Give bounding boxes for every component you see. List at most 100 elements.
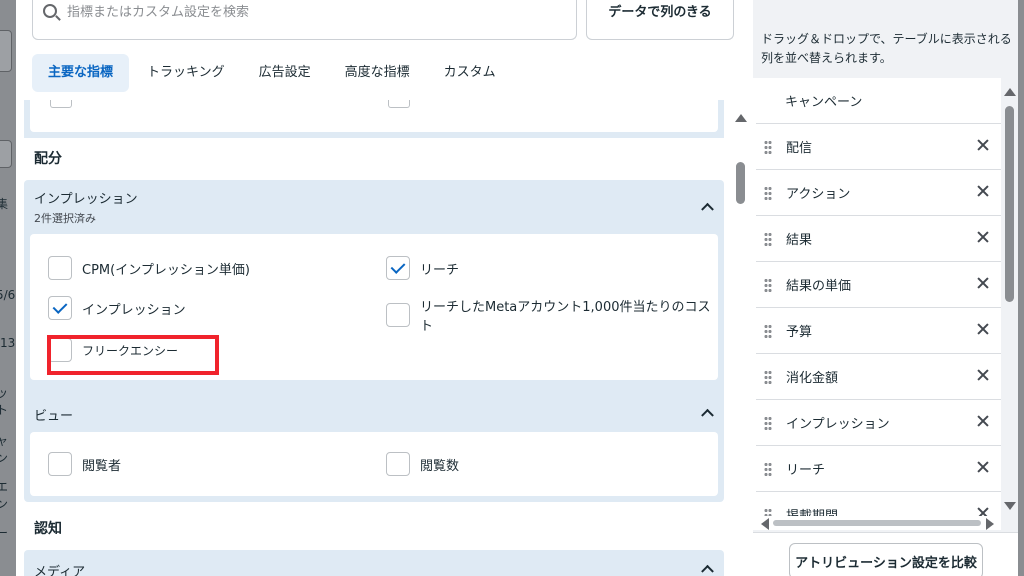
background-page-strip-right <box>1018 0 1024 576</box>
checkbox[interactable] <box>48 452 72 476</box>
background-text: /13 <box>0 336 16 350</box>
column-label: 配信 <box>786 141 813 156</box>
remove-icon[interactable] <box>977 231 989 243</box>
option-label: リーチしたMetaアカウント1,000件当たりのコスト <box>420 300 711 334</box>
tab-advanced-metrics[interactable]: 高度な指標 <box>329 54 426 92</box>
option-cpm[interactable]: CPM(インプレッション単価) <box>48 256 250 280</box>
drag-handle-icon[interactable] <box>764 231 772 246</box>
drag-handle-icon[interactable] <box>764 323 772 338</box>
tab-tracking[interactable]: トラッキング <box>131 54 241 92</box>
impressions-group-header[interactable]: インプレッション 2件選択済み <box>24 180 724 234</box>
metrics-scrollbar[interactable] <box>734 108 748 576</box>
search-icon <box>43 3 57 18</box>
metric-tabs: 主要な指標 トラッキング 広告設定 高度な指標 カスタム <box>32 54 514 92</box>
tab-key-metrics[interactable]: 主要な指標 <box>32 54 130 92</box>
scroll-thumb[interactable] <box>736 162 745 204</box>
column-item[interactable]: リーチ <box>756 446 1001 492</box>
scroll-thumb[interactable] <box>1005 106 1014 302</box>
checkbox[interactable] <box>48 256 72 280</box>
column-item[interactable]: 掲載期間 <box>756 492 1001 516</box>
scroll-right-arrow-icon[interactable] <box>986 518 994 530</box>
tab-ad-settings[interactable]: 広告設定 <box>243 54 327 92</box>
scroll-thumb[interactable] <box>773 520 981 526</box>
drag-handle-icon[interactable] <box>764 277 772 292</box>
compare-data-button[interactable]: データで列のきる <box>586 0 734 40</box>
option-viewers[interactable]: 閲覧者 <box>48 452 121 476</box>
remove-icon[interactable] <box>977 277 989 289</box>
highlight-box <box>47 335 219 375</box>
scroll-up-arrow-icon[interactable] <box>1004 88 1016 96</box>
drag-handle-icon[interactable] <box>764 415 772 430</box>
option-cost-per-1000-reached[interactable]: リーチしたMetaアカウント1,000件当たりのコスト <box>386 296 718 334</box>
column-label: 予算 <box>786 325 813 340</box>
checkbox-checked[interactable] <box>386 256 410 280</box>
column-item[interactable]: 消化金額 <box>756 354 1001 400</box>
column-item[interactable]: 配信 <box>756 124 1001 170</box>
views-group-header[interactable]: ビュー <box>24 394 724 432</box>
group-title: メディア <box>34 565 86 576</box>
media-group-header[interactable]: メディア <box>24 550 724 576</box>
remove-icon[interactable] <box>977 139 989 151</box>
group-title: ビュー <box>34 409 74 424</box>
option-views[interactable]: 閲覧数 <box>386 452 459 476</box>
remove-icon[interactable] <box>977 369 989 381</box>
background-text: エン <box>0 480 9 511</box>
background-box <box>0 140 12 168</box>
checkbox[interactable] <box>386 452 410 476</box>
reorder-hint: ドラッグ＆ドロップで、テーブルに表示される列を並べ替えられます。 <box>761 32 1012 65</box>
group-subtitle: 2件選択済み <box>34 212 96 225</box>
column-label: インプレッション <box>786 417 890 432</box>
column-list-hscrollbar[interactable] <box>753 516 1001 530</box>
background-box <box>0 30 12 72</box>
scroll-down-arrow-icon[interactable] <box>1004 502 1016 510</box>
scroll-up-arrow-icon[interactable] <box>735 114 747 122</box>
remove-icon[interactable] <box>977 461 989 473</box>
checkbox-checked[interactable] <box>48 296 72 320</box>
column-label: リーチ <box>786 463 826 478</box>
section-title-distribution: 配分 <box>34 151 62 167</box>
checkbox-partial[interactable] <box>388 100 410 108</box>
drag-handle-icon[interactable] <box>764 507 772 516</box>
background-text: 5/6 <box>0 288 16 302</box>
column-label: 消化金額 <box>786 371 839 386</box>
option-reach[interactable]: リーチ <box>386 256 459 280</box>
remove-icon[interactable] <box>977 507 989 516</box>
option-label: インプレッション <box>82 302 186 318</box>
search-placeholder: 指標またはカスタム設定を検索 <box>67 5 250 20</box>
background-text: 集 <box>0 197 9 211</box>
column-panel-footer: アトリビューション設定を比較 <box>753 532 1018 576</box>
option-impressions[interactable]: インプレッション <box>48 296 186 320</box>
previous-group-remnant <box>24 100 724 138</box>
remove-icon[interactable] <box>977 415 989 427</box>
scroll-left-arrow-icon[interactable] <box>761 518 769 530</box>
column-item[interactable]: 予算 <box>756 308 1001 354</box>
option-label: 閲覧数 <box>420 458 460 474</box>
option-label: CPM(インプレッション単価) <box>82 262 250 278</box>
column-list: キャンペーン 配信 アクション 結果 結果の単価 予算 消化金額 インプレッショ… <box>753 78 1001 516</box>
column-item[interactable]: インプレッション <box>756 400 1001 446</box>
drag-handle-icon[interactable] <box>764 461 772 476</box>
views-options: 閲覧者 閲覧数 <box>30 432 718 496</box>
column-label: 結果の単価 <box>786 279 852 294</box>
checkbox-partial[interactable] <box>50 100 72 108</box>
checkbox[interactable] <box>386 303 410 327</box>
column-label: アクション <box>786 187 851 202</box>
column-item[interactable]: 結果の単価 <box>756 262 1001 308</box>
group-title: インプレッション <box>34 192 138 207</box>
drag-handle-icon[interactable] <box>764 369 772 384</box>
background-text: ー <box>0 526 9 540</box>
remove-icon[interactable] <box>977 185 989 197</box>
compare-attribution-button[interactable]: アトリビューション設定を比較 <box>789 543 983 576</box>
drag-handle-icon[interactable] <box>764 139 772 154</box>
background-page-strip: 集 5/6 /13 ット ャン エン ー <box>0 0 16 576</box>
media-group: メディア <box>24 550 724 576</box>
background-text: ャン <box>0 434 9 465</box>
remove-icon[interactable] <box>977 323 989 335</box>
column-list-scrollbar[interactable] <box>1003 84 1017 514</box>
drag-handle-icon[interactable] <box>764 185 772 200</box>
tab-custom[interactable]: カスタム <box>428 54 512 92</box>
column-item[interactable]: 結果 <box>756 216 1001 262</box>
option-label: 閲覧者 <box>82 458 122 474</box>
column-item[interactable]: アクション <box>756 170 1001 216</box>
search-input[interactable]: 指標またはカスタム設定を検索 <box>32 0 577 40</box>
